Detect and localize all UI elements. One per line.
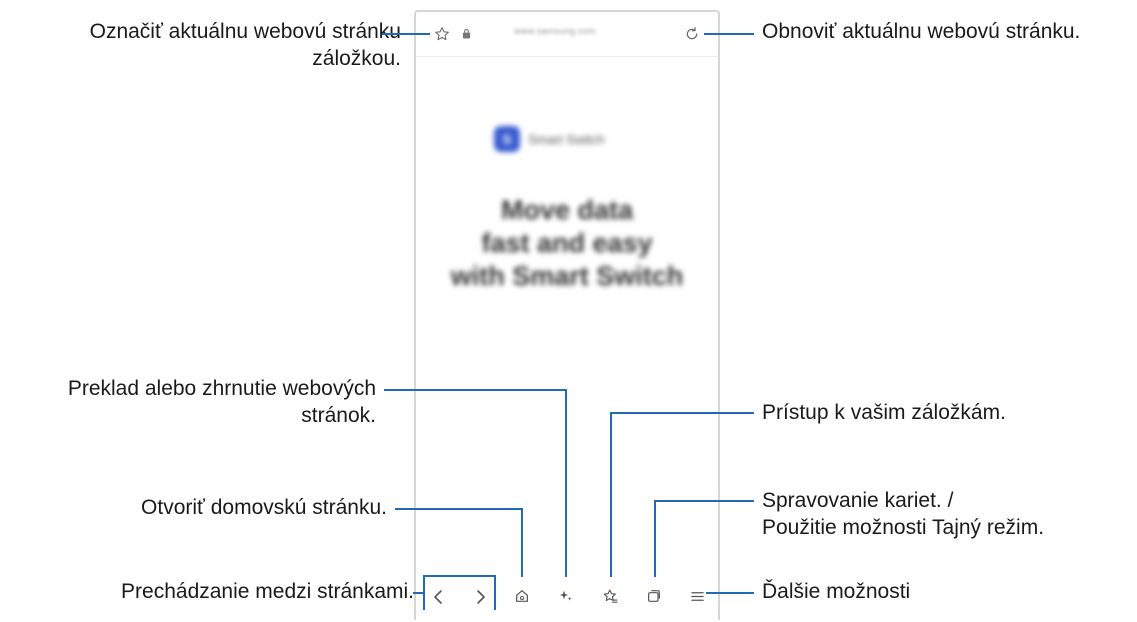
callout-text: Označiť aktuálnu webovú stránku — [89, 20, 401, 43]
brand-name: Smart Switch — [528, 131, 605, 147]
callout-text: Preklad alebo zhrnutie webových — [67, 377, 376, 400]
tabs-icon[interactable] — [646, 588, 662, 604]
smart-switch-logo: S — [494, 126, 520, 152]
phone-screen: www.samsung.com S Smart Switch Move data… — [414, 10, 720, 620]
url-text[interactable]: www.samsung.com — [514, 26, 596, 36]
navigation-bracket — [423, 575, 496, 610]
bookmark-star-icon[interactable] — [434, 26, 450, 42]
callout-bookmark-page: Označiť aktuálnu webovú stránku záložkou… — [90, 18, 401, 72]
callout-text: Spravovanie kariet. / — [762, 489, 954, 512]
brand-header: S Smart Switch — [494, 126, 605, 152]
home-icon[interactable] — [514, 588, 530, 604]
callout-more: Ďalšie možnosti — [762, 580, 911, 603]
callout-line — [706, 592, 754, 594]
callout-line — [565, 389, 567, 577]
callout-line — [654, 500, 656, 577]
headline-line: Move data — [500, 195, 634, 225]
lock-icon — [462, 28, 471, 39]
callout-text: stránok. — [301, 404, 376, 427]
callout-navigate: Prechádzanie medzi stránkami. — [121, 580, 414, 603]
callout-home: Otvoriť domovskú stránku. — [141, 496, 387, 519]
callout-line — [610, 412, 612, 577]
callout-bookmarks: Prístup k vašim záložkám. — [762, 401, 1006, 424]
callout-line — [382, 33, 430, 35]
page-headline: Move data fast and easy with Smart Switc… — [416, 194, 718, 293]
bookmarks-icon[interactable] — [602, 588, 619, 605]
refresh-icon[interactable] — [684, 26, 700, 42]
menu-icon[interactable] — [690, 589, 705, 604]
callout-refresh: Obnoviť aktuálnu webovú stránku. — [762, 20, 1081, 43]
address-bar[interactable]: www.samsung.com — [416, 12, 718, 57]
sparkle-icon[interactable] — [558, 588, 574, 604]
callout-line — [413, 592, 423, 594]
callout-line — [395, 508, 523, 510]
callout-line — [384, 389, 567, 391]
callout-line — [521, 508, 523, 577]
callout-line — [654, 500, 754, 502]
headline-line: with Smart Switch — [450, 261, 684, 291]
callout-tabs: Spravovanie kariet. / Použitie možnosti … — [762, 487, 1044, 541]
callout-text: záložkou. — [312, 47, 401, 70]
callout-line — [610, 412, 754, 414]
callout-text: Použitie možnosti Tajný režim. — [762, 516, 1045, 539]
callout-line — [704, 33, 754, 35]
callout-translate: Preklad alebo zhrnutie webových stránok. — [68, 375, 376, 429]
headline-line: fast and easy — [481, 228, 653, 258]
